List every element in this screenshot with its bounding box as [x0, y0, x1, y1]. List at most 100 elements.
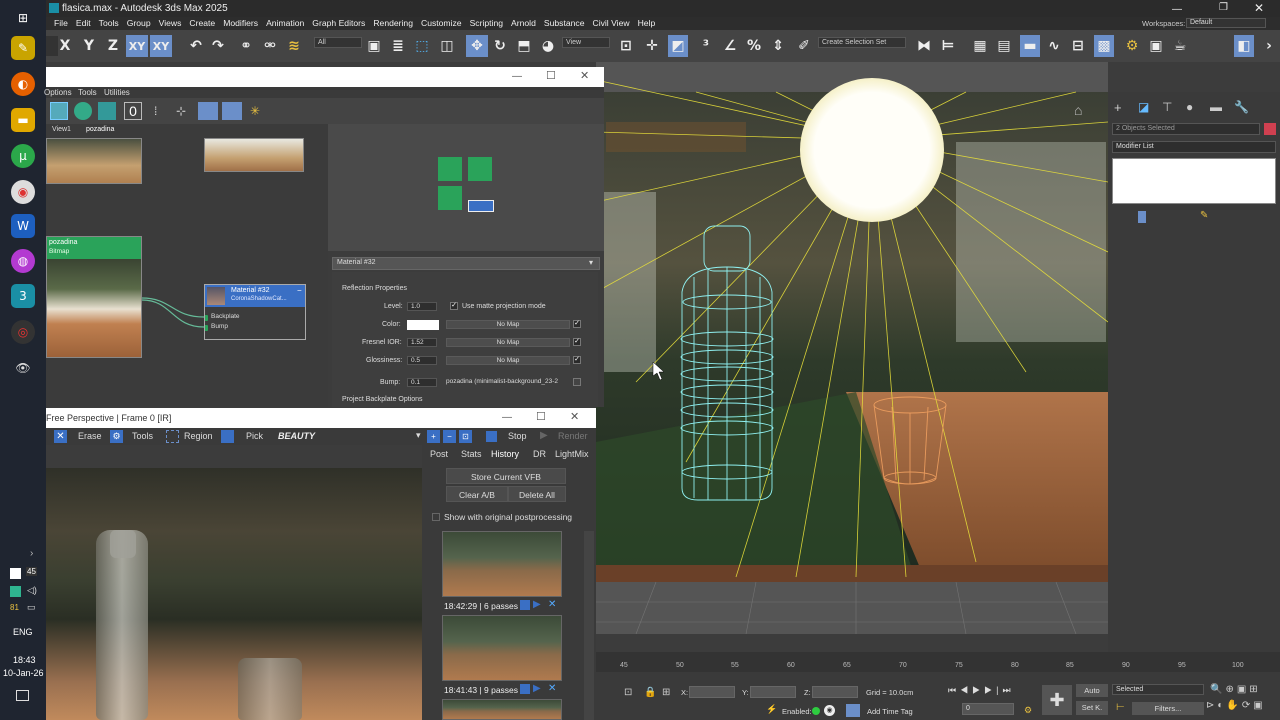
history-thumbnail-2[interactable]: [442, 615, 562, 681]
scale-icon[interactable]: ⬒: [516, 35, 532, 57]
select-by-name-icon[interactable]: ≣: [390, 35, 406, 57]
spinner-snap-icon[interactable]: ⇕: [770, 35, 786, 57]
bump-amount-field[interactable]: 0.1: [407, 378, 437, 387]
rectangular-selection-icon[interactable]: ⬚: [414, 35, 430, 57]
view-tab-view1[interactable]: View1: [52, 126, 71, 133]
channel-dropdown-arrow-icon[interactable]: ▾: [416, 430, 421, 441]
stop-button[interactable]: Stop: [508, 431, 527, 441]
node-preview-top-right[interactable]: [204, 138, 304, 172]
pick-material-icon[interactable]: [74, 102, 92, 120]
menu-create[interactable]: Create: [189, 17, 215, 29]
create-tab-icon[interactable]: +: [1114, 100, 1122, 115]
tools-icon[interactable]: ⚙: [110, 430, 123, 443]
glossiness-field[interactable]: 0.5: [407, 356, 437, 365]
perspective-viewport[interactable]: ⌂: [596, 62, 1108, 634]
glossiness-map-checkbox[interactable]: ✓: [573, 356, 581, 364]
put-to-scene-icon[interactable]: [98, 102, 116, 120]
playback-controls[interactable]: ⏮◀▶▶|⏭: [948, 685, 1015, 696]
modify-tab-icon[interactable]: ◪: [1138, 100, 1149, 114]
minimize-icon[interactable]: —: [1172, 4, 1182, 15]
menu-modifiers[interactable]: Modifiers: [223, 17, 258, 29]
volume-icon[interactable]: ◁): [27, 585, 37, 596]
axis-z-button[interactable]: Z: [106, 35, 120, 57]
bump-map-button[interactable]: pozadina (minimalist-background_23-2: [446, 378, 570, 387]
bitmap-node-header[interactable]: pozadina Bitmap: [47, 237, 141, 259]
assign-to-selection-icon[interactable]: 0: [124, 102, 142, 120]
pivot-point-icon[interactable]: ⊡: [618, 35, 634, 57]
axis-y-button[interactable]: Y: [82, 35, 96, 57]
viewport-navigation-icons-bottom[interactable]: ⊳◐✋⟳▣: [1206, 700, 1266, 711]
rendered-frame-window-icon[interactable]: ▣: [1148, 35, 1164, 57]
menu-help[interactable]: Help: [638, 17, 656, 29]
bind-space-warp-icon[interactable]: ≋: [286, 35, 302, 57]
tray-flag-icon[interactable]: [10, 568, 21, 579]
stop-icon[interactable]: [486, 431, 497, 442]
clock-time[interactable]: 18:43: [13, 655, 36, 665]
select-tool-icon[interactable]: [50, 102, 68, 120]
move-icon[interactable]: ✥: [466, 35, 488, 57]
curve-editor-icon[interactable]: ∿: [1046, 35, 1062, 57]
tab-dr[interactable]: DR: [533, 449, 546, 459]
tab-lightmix[interactable]: LightMix: [555, 449, 589, 459]
tab-stats[interactable]: Stats: [461, 449, 482, 459]
viewcube-icon[interactable]: ⌂: [1074, 102, 1100, 118]
edit-named-selection-icon[interactable]: ✐: [796, 35, 812, 57]
navigator-viewport-rect[interactable]: [468, 200, 494, 212]
render-setup-icon[interactable]: ⚙: [1124, 35, 1140, 57]
region-button[interactable]: Region: [184, 431, 213, 441]
unlink-icon[interactable]: ⚮: [262, 35, 278, 57]
schematic-view-icon[interactable]: ⊟: [1070, 35, 1086, 57]
material-node-collapse-icon[interactable]: −: [297, 286, 302, 295]
workspace-dropdown[interactable]: Default: [1186, 18, 1266, 28]
rotate-icon[interactable]: ↻: [492, 35, 508, 57]
material-node-header[interactable]: Material #32 CoronaShadowCat... −: [205, 285, 305, 307]
show-map-in-viewport-icon[interactable]: [198, 102, 218, 120]
reference-coordinate-dropdown[interactable]: View: [562, 37, 610, 48]
vfb-minimize-icon[interactable]: —: [502, 412, 512, 423]
language-indicator[interactable]: ENG: [13, 627, 33, 637]
bump-socket[interactable]: [205, 325, 208, 331]
menu-arnold[interactable]: Arnold: [511, 17, 536, 29]
tab-history[interactable]: History: [491, 449, 519, 459]
lay-out-all-icon[interactable]: ✳: [250, 104, 260, 118]
history-item-2-save-icon[interactable]: [520, 684, 530, 694]
key-filter-selected-dropdown[interactable]: Selected: [1112, 684, 1204, 695]
menu-customize[interactable]: Customize: [421, 17, 462, 29]
history-item-1-save-icon[interactable]: [520, 600, 530, 610]
align-icon[interactable]: ⊨: [940, 35, 956, 57]
move-children-icon[interactable]: ⊹: [176, 104, 186, 118]
object-color-swatch[interactable]: [1264, 123, 1276, 135]
link-icon[interactable]: ⚭: [238, 35, 254, 57]
named-selection-set-dropdown[interactable]: Create Selection Set: [818, 37, 906, 48]
menu-edit[interactable]: Edit: [76, 17, 91, 29]
vfb-maximize-icon[interactable]: ☐: [536, 410, 546, 423]
slate-menu-options[interactable]: Options: [44, 88, 72, 97]
level-field[interactable]: 1.0: [407, 302, 437, 311]
store-current-vfb-button[interactable]: Store Current VFB: [446, 468, 566, 484]
backplate-socket[interactable]: [205, 315, 208, 321]
obs-icon[interactable]: ◎: [11, 320, 35, 344]
record-icon[interactable]: ◉: [824, 705, 835, 716]
bitmap-node[interactable]: pozadina Bitmap: [46, 236, 142, 358]
isolate-selection-icon[interactable]: ⊡: [624, 687, 632, 698]
restore-icon[interactable]: ❐: [1219, 2, 1228, 13]
fresnel-ior-field[interactable]: 1.52: [407, 338, 437, 347]
show-background-icon[interactable]: [222, 102, 242, 120]
node-view[interactable]: View1 pozadina pozadina Bitmap Material …: [46, 124, 328, 407]
menu-scripting[interactable]: Scripting: [470, 17, 503, 29]
set-key-button[interactable]: Set K.: [1076, 701, 1108, 715]
viewport-navigation-icons-top[interactable]: 🔍⊕▣⊞: [1210, 684, 1261, 695]
z-coordinate-field[interactable]: [812, 686, 858, 698]
history-item-1-delete-icon[interactable]: ✕: [548, 599, 556, 610]
file-explorer-icon[interactable]: ▬: [11, 108, 35, 132]
modifier-list-dropdown[interactable]: Modifier List: [1112, 141, 1276, 153]
time-tag-icon[interactable]: [846, 704, 860, 717]
y-coordinate-field[interactable]: [750, 686, 796, 698]
clear-ab-button[interactable]: Clear A/B: [446, 486, 508, 502]
sun-light-object[interactable]: [800, 78, 944, 222]
erase-button[interactable]: Erase: [78, 431, 102, 441]
keyboard-shortcut-override-icon[interactable]: ◩: [668, 35, 688, 57]
object-name-field[interactable]: 2 Objects Selected: [1112, 123, 1260, 135]
slate-menu-utilities[interactable]: Utilities: [104, 88, 130, 97]
history-scrollbar[interactable]: [584, 531, 594, 720]
